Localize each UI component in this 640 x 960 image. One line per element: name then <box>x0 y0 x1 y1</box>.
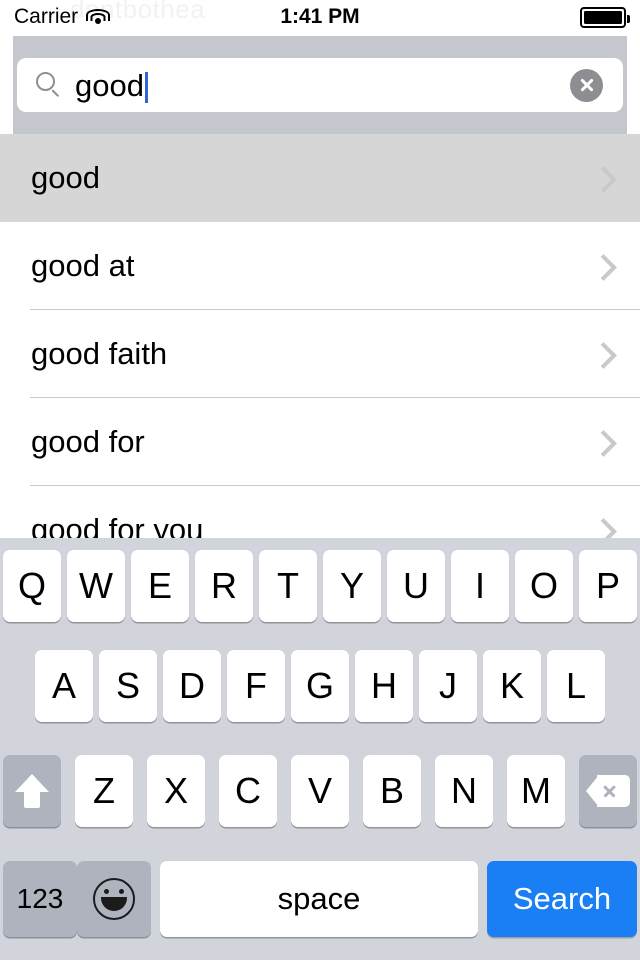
key-l[interactable]: L <box>547 650 605 722</box>
key-z[interactable]: Z <box>75 755 133 827</box>
key-o[interactable]: O <box>515 550 573 622</box>
key-w[interactable]: W <box>67 550 125 622</box>
key-r[interactable]: R <box>195 550 253 622</box>
chevron-right-icon <box>592 433 610 451</box>
search-input[interactable]: good <box>17 58 623 112</box>
list-item[interactable]: good faith <box>0 310 640 398</box>
list-item-label: good faith <box>31 336 168 371</box>
key-j[interactable]: J <box>419 650 477 722</box>
on-screen-keyboard[interactable]: Q W E R T Y U I O P A S D F G H J K L Z … <box>0 538 640 960</box>
key-e[interactable]: E <box>131 550 189 622</box>
chevron-right-icon <box>592 169 610 187</box>
status-bar-left: Carrier <box>14 5 111 29</box>
key-c[interactable]: C <box>219 755 277 827</box>
list-item-label: good <box>31 160 100 195</box>
status-bar: Carrier 1:41 PM <box>0 0 640 34</box>
key-u[interactable]: U <box>387 550 445 622</box>
chevron-right-icon <box>592 521 610 538</box>
key-n[interactable]: N <box>435 755 493 827</box>
key-m[interactable]: M <box>507 755 565 827</box>
key-t[interactable]: T <box>259 550 317 622</box>
key-i[interactable]: I <box>451 550 509 622</box>
key-s[interactable]: S <box>99 650 157 722</box>
keyboard-row-1: Q W E R T Y U I O P <box>0 538 640 634</box>
suggestions-list[interactable]: good good at good faith good for good fo… <box>0 134 640 538</box>
space-key[interactable]: space <box>160 861 478 937</box>
search-key[interactable]: Search <box>487 861 637 937</box>
wifi-icon <box>86 8 111 26</box>
keyboard-row-3: Z X C V B N M <box>0 738 640 844</box>
key-k[interactable]: K <box>483 650 541 722</box>
list-item-label: good at <box>31 248 135 283</box>
list-item[interactable]: good for you <box>0 486 640 538</box>
chevron-right-icon <box>592 345 610 363</box>
key-y[interactable]: Y <box>323 550 381 622</box>
chevron-right-icon <box>592 257 610 275</box>
key-p[interactable]: P <box>579 550 637 622</box>
list-item-label: good for <box>31 424 145 459</box>
search-bar-container: good <box>13 36 627 134</box>
key-x[interactable]: X <box>147 755 205 827</box>
keyboard-row-4: 123 space Search <box>0 844 640 954</box>
emoji-icon[interactable] <box>77 861 151 937</box>
app-screen: dontbothea Carrier 1:41 PM good good goo… <box>0 0 640 960</box>
key-b[interactable]: B <box>363 755 421 827</box>
list-item[interactable]: good for <box>0 398 640 486</box>
key-f[interactable]: F <box>227 650 285 722</box>
key-d[interactable]: D <box>163 650 221 722</box>
list-item-label: good for you <box>31 512 204 538</box>
search-input-value: good <box>75 67 144 103</box>
clear-text-icon[interactable] <box>570 68 603 102</box>
status-bar-right <box>580 6 630 28</box>
key-q[interactable]: Q <box>3 550 61 622</box>
list-item[interactable]: good at <box>0 222 640 310</box>
text-caret <box>144 71 148 103</box>
key-v[interactable]: V <box>291 755 349 827</box>
list-item[interactable]: good <box>0 134 640 222</box>
key-g[interactable]: G <box>291 650 349 722</box>
carrier-label: Carrier <box>14 5 79 28</box>
shift-icon[interactable] <box>3 755 61 827</box>
keyboard-row-2: A S D F G H J K L <box>0 634 640 738</box>
numeric-mode-key[interactable]: 123 <box>3 861 77 937</box>
battery-full-icon <box>580 6 630 28</box>
key-h[interactable]: H <box>355 650 413 722</box>
backspace-icon[interactable] <box>579 755 637 827</box>
key-a[interactable]: A <box>35 650 93 722</box>
search-icon <box>36 71 63 99</box>
